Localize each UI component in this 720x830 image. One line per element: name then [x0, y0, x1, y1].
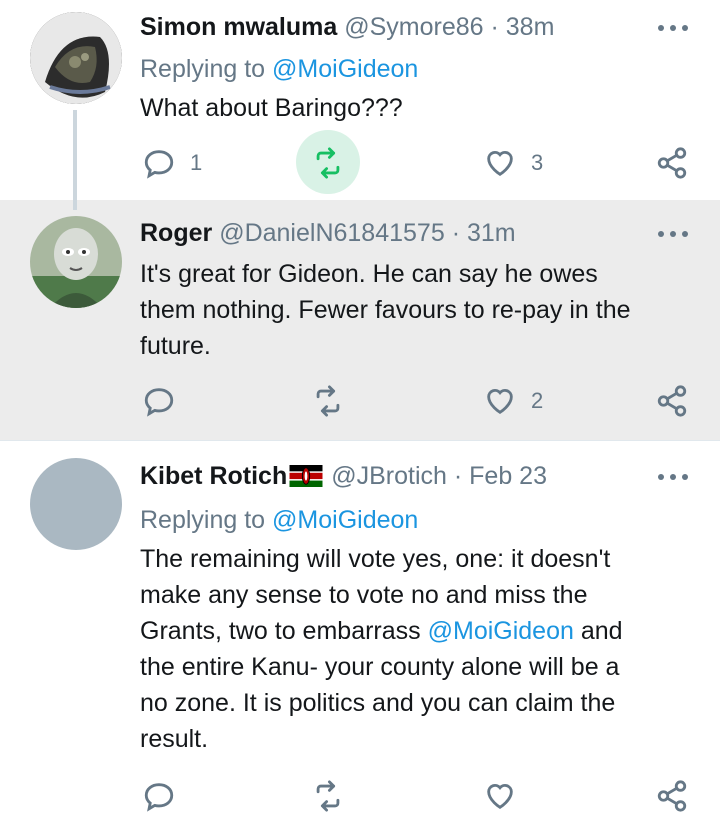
share-icon	[657, 385, 687, 417]
reply-button[interactable]	[142, 384, 176, 418]
thread-line	[73, 110, 77, 210]
avatar-placeholder[interactable]	[30, 458, 122, 550]
replying-prefix: Replying to	[140, 55, 273, 83]
author-name[interactable]: Kibet Rotich	[140, 462, 287, 490]
like-button[interactable]: 2	[483, 384, 543, 418]
like-button[interactable]: 3	[483, 146, 543, 180]
reply-icon	[144, 388, 174, 417]
author-name[interactable]: Roger	[140, 219, 212, 247]
kenya-flag-icon	[289, 465, 323, 487]
tweet-header: Simon mwaluma @Symore86 · 38m	[140, 12, 554, 42]
author-name[interactable]: Simon mwaluma	[140, 13, 337, 41]
retweet-icon	[316, 780, 340, 812]
text-fragment: and	[573, 617, 623, 645]
mention-link[interactable]: @MoiGideon	[272, 55, 418, 83]
retweet-button[interactable]	[311, 146, 345, 180]
more-icon[interactable]	[658, 230, 688, 238]
tweet-text-line: future.	[140, 332, 211, 360]
tweet-text-line: result.	[140, 725, 209, 753]
share-button[interactable]	[655, 384, 689, 418]
heart-icon	[487, 784, 513, 810]
tweet-actions: 2	[0, 378, 720, 428]
tweet-actions: 1 3	[0, 130, 720, 194]
tweet-actions	[0, 777, 720, 827]
author-handle[interactable]: @DanielN61841575	[219, 219, 445, 247]
replying-to: Replying to @MoiGideon	[140, 54, 418, 84]
like-count: 2	[531, 388, 544, 413]
heart-icon	[487, 389, 513, 415]
tweet-text-line: them nothing. Fewer favours to re-pay in…	[140, 296, 631, 324]
tweet-text-line: no zone. It is politics and you can clai…	[140, 689, 616, 717]
reply-icon	[144, 783, 174, 812]
replying-prefix: Replying to	[140, 506, 273, 534]
more-icon[interactable]	[658, 24, 688, 32]
avatar[interactable]	[30, 216, 122, 308]
tweet-header: Roger @DanielN61841575 · 31m	[140, 218, 516, 248]
timestamp[interactable]: 38m	[506, 13, 555, 41]
timestamp[interactable]: 31m	[467, 219, 516, 247]
tweet-text-line: make any sense to vote no and miss the	[140, 581, 588, 609]
heart-icon	[487, 151, 513, 177]
text-fragment: Grants, two to embarrass	[140, 617, 428, 645]
tweet-text: The remaining will vote yes, one: it doe…	[140, 541, 700, 757]
share-button[interactable]	[655, 146, 689, 180]
tweet-text: It's great for Gideon. He can say he owe…	[140, 256, 700, 364]
reply-count: 1	[190, 150, 203, 175]
tweet-text-line: Grants, two to embarrass @MoiGideon and	[140, 613, 700, 649]
retweet-button[interactable]	[311, 779, 345, 813]
reply-button[interactable]: 1	[142, 146, 202, 180]
share-button[interactable]	[655, 779, 689, 813]
timestamp[interactable]: Feb 23	[469, 462, 547, 490]
retweet-button[interactable]	[311, 384, 345, 418]
tweet-header: Kibet Rotich @JBrotich · Feb 23	[140, 461, 547, 491]
reply-button[interactable]	[142, 779, 176, 813]
author-handle[interactable]: @Symore86	[344, 13, 483, 41]
replying-to: Replying to @MoiGideon	[140, 505, 418, 535]
mention-link[interactable]: @MoiGideon	[428, 617, 574, 645]
avatar-image	[30, 12, 122, 104]
more-icon[interactable]	[658, 473, 688, 481]
reply-icon	[144, 150, 174, 179]
avatar[interactable]	[30, 12, 122, 104]
mention-link[interactable]: @MoiGideon	[272, 506, 418, 534]
retweet-icon	[316, 385, 340, 417]
like-button[interactable]	[483, 779, 517, 813]
tweet-text-line: the entire Kanu- your county alone will …	[140, 653, 620, 681]
tweet-text-line: It's great for Gideon. He can say he owe…	[140, 260, 598, 288]
tweet-text-line: The remaining will vote yes, one: it doe…	[140, 545, 611, 573]
separator: ·	[451, 219, 461, 247]
author-handle[interactable]: @JBrotich	[331, 462, 447, 490]
like-count: 3	[531, 150, 544, 175]
share-icon	[657, 147, 687, 179]
separator: ·	[453, 462, 463, 490]
retweet-icon	[316, 147, 340, 179]
share-icon	[657, 780, 687, 812]
tweet-text: What about Baringo???	[140, 94, 403, 122]
avatar-image	[30, 216, 122, 308]
separator: ·	[490, 13, 499, 41]
